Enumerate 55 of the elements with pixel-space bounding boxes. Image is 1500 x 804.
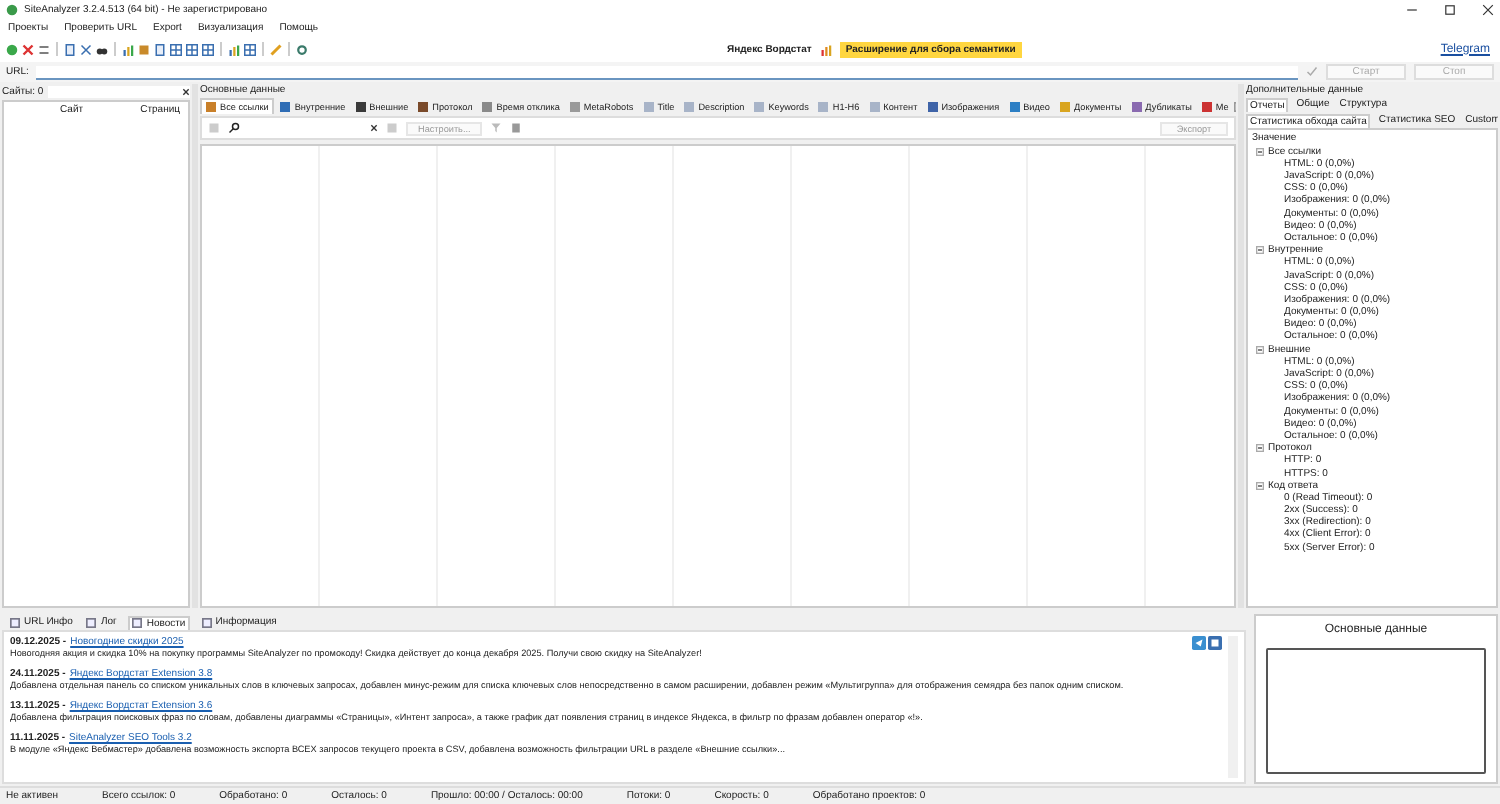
close-icon[interactable] [1482,3,1494,16]
tab-icon [569,101,580,112]
tab-icon [643,101,654,112]
tab-icon [206,102,216,113]
tab-icon [201,617,212,628]
search-icon [228,122,240,135]
tab-icon [1131,101,1142,112]
tab-icon [684,101,695,112]
sites-search-field[interactable] [47,86,190,99]
splitter-handle[interactable] [192,84,198,609]
grid-icon[interactable] [244,43,256,56]
chart-icon[interactable] [228,43,240,56]
url-input-field[interactable] [36,65,1298,80]
tab-icon [927,101,938,112]
tab-icon [818,101,829,112]
tab-icon [1201,101,1212,112]
chart-icon[interactable] [122,43,134,56]
plus-circle-icon[interactable] [6,43,18,56]
binoculars-icon[interactable] [96,43,108,56]
clear-icon[interactable] [182,88,190,97]
settings-icon[interactable] [296,43,308,56]
chart-icon [819,43,832,56]
tab-icon [482,101,493,112]
tab-icon [869,101,880,112]
tab-icon [754,101,765,112]
collapse-icon[interactable] [1256,481,1264,490]
tab-icon [132,618,143,629]
grid-icon[interactable] [186,43,198,56]
filter-search-field[interactable] [228,121,378,136]
tab-icon [10,617,20,628]
tab-icon [418,101,429,112]
telegram-icon[interactable] [1192,636,1206,651]
cross-icon[interactable] [22,43,34,56]
tab-icon [280,101,291,112]
tab-icon [1059,101,1070,112]
tab-icon [86,617,97,628]
tab-icon [1009,101,1020,112]
pencil-icon[interactable] [270,43,282,56]
tab-icon [355,101,366,112]
page-icon[interactable] [64,43,76,56]
page-icon[interactable] [154,43,166,56]
grid-icon[interactable] [202,43,214,56]
splitter-handle[interactable] [1238,84,1244,609]
collapse-icon[interactable] [1256,246,1264,255]
collapse-icon[interactable] [1256,444,1264,453]
grid-icon[interactable] [170,43,182,56]
check-icon[interactable] [1306,66,1318,79]
minimize-icon[interactable] [1406,3,1418,16]
maximize-icon[interactable] [1444,3,1456,16]
collapse-icon[interactable] [1256,345,1264,354]
collapse-icon[interactable] [1256,147,1264,156]
document-icon[interactable] [510,122,523,135]
app-logo-icon [6,3,18,16]
clear-icon[interactable] [370,124,378,133]
scrollbar[interactable] [1228,636,1238,779]
